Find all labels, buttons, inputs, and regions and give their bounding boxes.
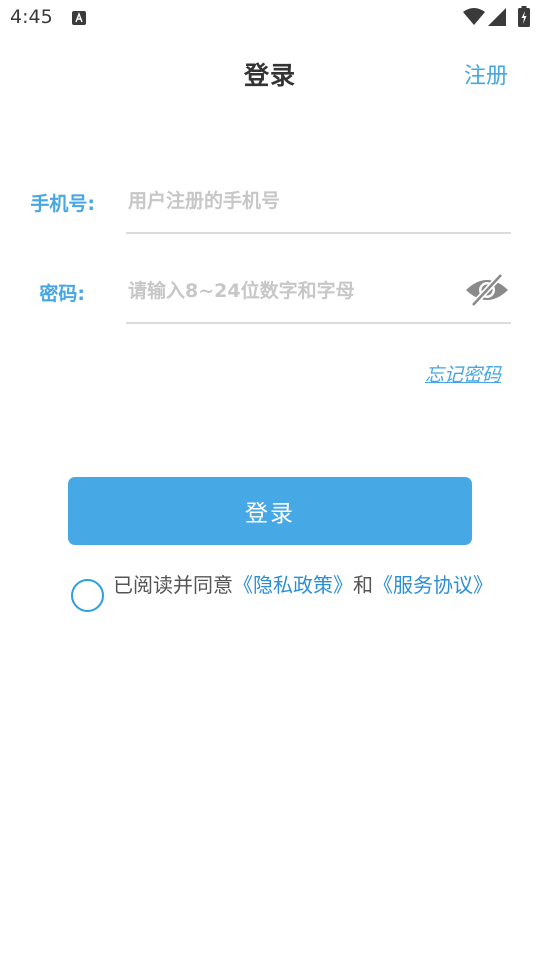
login-screen: 4:45 登录 注册 手机号: 密码: 忘记密码 登录	[0, 0, 540, 960]
status-bar: 4:45	[0, 0, 540, 36]
register-link[interactable]: 注册	[464, 58, 508, 90]
status-time: 4:45	[10, 6, 53, 28]
agreement-conjunction: 和	[353, 573, 373, 597]
signal-icon	[488, 8, 506, 26]
phone-input[interactable]	[128, 186, 498, 216]
page-title: 登录	[243, 61, 296, 90]
wifi-icon	[463, 8, 485, 25]
login-button[interactable]: 登录	[68, 477, 472, 545]
battery-icon	[518, 6, 530, 27]
password-underline	[126, 322, 511, 324]
forgot-password-link[interactable]: 忘记密码	[425, 360, 501, 387]
password-label: 密码:	[39, 283, 85, 305]
privacy-policy-link[interactable]: 《隐私政策》	[233, 573, 353, 597]
phone-underline	[126, 232, 511, 234]
password-input[interactable]	[128, 276, 458, 306]
agreement-checkbox[interactable]	[71, 579, 104, 612]
eye-off-icon[interactable]	[464, 272, 510, 308]
agreement-prefix: 已阅读并同意	[113, 573, 233, 597]
agreement-text: 已阅读并同意《隐私政策》和《服务协议》	[113, 570, 493, 600]
a-notification-icon	[72, 11, 86, 25]
service-agreement-link[interactable]: 《服务协议》	[373, 573, 493, 597]
phone-label: 手机号:	[30, 193, 95, 215]
